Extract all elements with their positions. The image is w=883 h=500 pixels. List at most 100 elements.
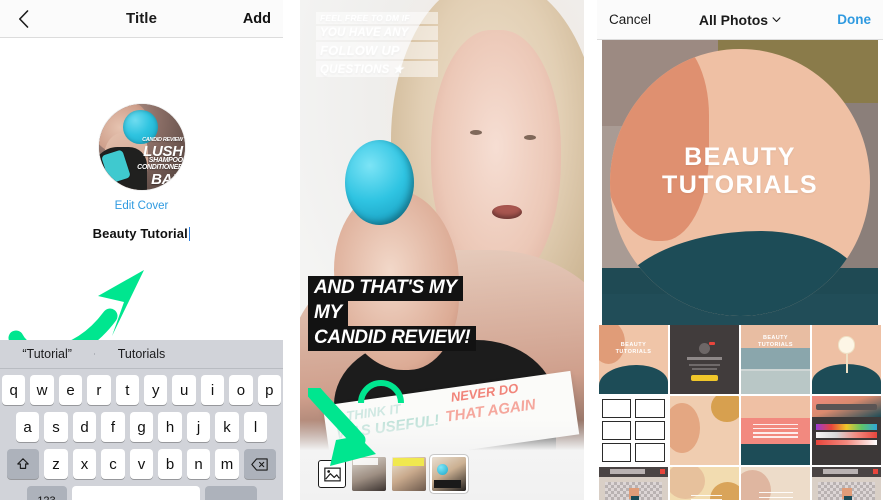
navigation-bar: Title Add	[0, 0, 283, 38]
grid-item-dark-template[interactable]	[670, 325, 739, 394]
suggestion-0[interactable]: “Tutorial”	[0, 347, 94, 361]
key-a[interactable]: a	[15, 412, 40, 442]
backspace-key[interactable]	[243, 449, 276, 479]
photo-grid: BEAUTY TUTORIALS BEAUTY TUTORIALS	[597, 325, 883, 500]
grid-item-yellow-quote[interactable]	[670, 467, 739, 500]
photo-picker-icon[interactable]	[318, 460, 346, 488]
panel-story-preview: FEEL FREE TO DM IF YOU HAVE ANY FOLLOW U…	[300, 0, 584, 500]
grid-thumbnail-art	[670, 467, 739, 500]
grid-thumbnail-art	[812, 396, 881, 465]
title-editor-body: CANDID REVIEW LUSH SHAMPOO CONDITIONER B…	[0, 38, 283, 362]
suggestion-1[interactable]: Tutorials	[94, 347, 188, 361]
grid-thumbnail-art	[812, 325, 881, 394]
key-o[interactable]: o	[229, 375, 253, 405]
story-thumbnail-1[interactable]	[352, 457, 386, 491]
highlight-cover-image[interactable]: CANDID REVIEW LUSH SHAMPOO CONDITIONER B…	[98, 104, 185, 190]
cover-thumbnail-wrap: CANDID REVIEW LUSH SHAMPOO CONDITIONER B…	[0, 104, 283, 190]
grid-thumbnail-art	[670, 325, 739, 394]
thumb-caption-1	[353, 458, 378, 466]
key-m[interactable]: m	[215, 449, 239, 479]
grid-thumbnail-art	[670, 396, 739, 465]
grid-item-color-palette[interactable]	[812, 396, 881, 465]
grid-item-editor-window-2[interactable]	[812, 467, 881, 500]
person-eye-left	[469, 130, 482, 135]
key-q[interactable]: q	[1, 375, 26, 405]
back-chevron-icon[interactable]	[12, 8, 34, 30]
key-c[interactable]: c	[101, 449, 125, 479]
return-key[interactable]	[204, 486, 257, 500]
cancel-button[interactable]: Cancel	[609, 12, 651, 27]
key-r[interactable]: r	[87, 375, 111, 405]
overlay-line-3: FOLLOW UP	[316, 42, 438, 59]
key-j[interactable]: j	[186, 412, 211, 442]
key-d[interactable]: d	[72, 412, 97, 442]
overlay-line-4: QUESTIONS ★	[316, 61, 438, 77]
keyboard-row-4: 123	[2, 486, 281, 500]
key-i[interactable]: i	[200, 375, 225, 405]
space-key[interactable]	[71, 486, 200, 500]
grid-item-beauty-tutorials[interactable]: BEAUTY TUTORIALS	[599, 325, 668, 394]
preview-canvas: BEAUTY TUTORIALS	[602, 40, 878, 325]
grid-item-editor-window[interactable]	[599, 467, 668, 500]
preview-title-text: BEAUTY TUTORIALS	[602, 143, 878, 200]
keyboard-rows: qwertyuiop asdfghjkl zxcvbnm 123	[0, 369, 283, 500]
key-y[interactable]: y	[144, 375, 168, 405]
done-button[interactable]: Done	[837, 12, 871, 27]
key-t[interactable]: t	[115, 375, 139, 405]
key-f[interactable]: f	[101, 412, 125, 442]
grid-item-icon-sheet[interactable]	[599, 396, 668, 465]
person-mouth	[491, 205, 522, 219]
grid-thumbnail-art	[599, 396, 668, 465]
key-p[interactable]: p	[257, 375, 282, 405]
key-l[interactable]: l	[243, 412, 268, 442]
key-e[interactable]: e	[58, 375, 83, 405]
key-s[interactable]: s	[44, 412, 68, 442]
keyboard-row-3: zxcvbnm	[2, 449, 281, 479]
story-thumbnail-2[interactable]	[392, 457, 426, 491]
story-top-overlay-text: FEEL FREE TO DM IF YOU HAVE ANY FOLLOW U…	[316, 12, 438, 79]
shift-key[interactable]	[7, 449, 40, 479]
key-b[interactable]: b	[158, 449, 182, 479]
preview-title-line-2: TUTORIALS	[661, 171, 819, 200]
cover-text-line5: BAR	[151, 170, 183, 188]
edit-cover-link[interactable]: Edit Cover	[0, 200, 283, 212]
overlay-line-2: YOU HAVE ANY	[316, 26, 438, 40]
story-thumbnail-3[interactable]	[432, 457, 466, 491]
preview-title-line-1: BEAUTY	[684, 142, 796, 171]
grid-thumbnail-label: BEAUTY TUTORIALS	[615, 341, 652, 355]
key-u[interactable]: u	[172, 375, 196, 405]
story-canvas[interactable]: FEEL FREE TO DM IF YOU HAVE ANY FOLLOW U…	[300, 0, 584, 500]
story-caption-line-2: MY	[308, 301, 348, 326]
key-x[interactable]: x	[72, 449, 97, 479]
grid-thumbnail-art	[741, 396, 810, 465]
add-button[interactable]: Add	[243, 11, 271, 27]
key-k[interactable]: k	[215, 412, 239, 442]
overlay-line-1: FEEL FREE TO DM IF	[316, 12, 438, 24]
numbers-key[interactable]: 123	[26, 486, 67, 500]
photo-preview[interactable]: BEAUTY TUTORIALS	[597, 40, 883, 325]
caption-text-1: AND THAT'S MY	[308, 276, 463, 301]
title-input-row[interactable]: Beauty Tutorial	[0, 226, 283, 241]
story-caption-line-1: AND THAT'S MY	[308, 276, 463, 301]
keyboard-row-1: qwertyuiop	[1, 375, 282, 405]
picker-navigation-bar: Cancel All Photos Done	[597, 0, 883, 40]
album-label: All Photos	[698, 11, 769, 28]
caption-text-3: CANDID REVIEW!	[308, 326, 477, 351]
key-z[interactable]: z	[44, 449, 68, 479]
title-input[interactable]: Beauty Tutorial	[93, 226, 188, 241]
thumb-caption-2	[393, 458, 424, 467]
key-v[interactable]: v	[129, 449, 154, 479]
grid-item-lightbulb[interactable]	[812, 325, 881, 394]
on-screen-keyboard: “Tutorial” Tutorials qwertyuiop asdfghjk…	[0, 340, 283, 500]
key-h[interactable]: h	[158, 412, 182, 442]
grid-item-pink-quote[interactable]	[741, 396, 810, 465]
key-w[interactable]: w	[30, 375, 54, 405]
grid-thumbnail-art	[741, 467, 810, 500]
grid-item-beauty-tutorials-2[interactable]: BEAUTY TUTORIALS	[741, 325, 810, 394]
key-g[interactable]: g	[129, 412, 154, 442]
key-n[interactable]: n	[186, 449, 211, 479]
chevron-down-icon	[772, 16, 781, 22]
grid-item-cream-quote[interactable]	[741, 467, 810, 500]
shampoo-bar-product	[345, 140, 414, 225]
grid-item-peach-shapes[interactable]	[670, 396, 739, 465]
